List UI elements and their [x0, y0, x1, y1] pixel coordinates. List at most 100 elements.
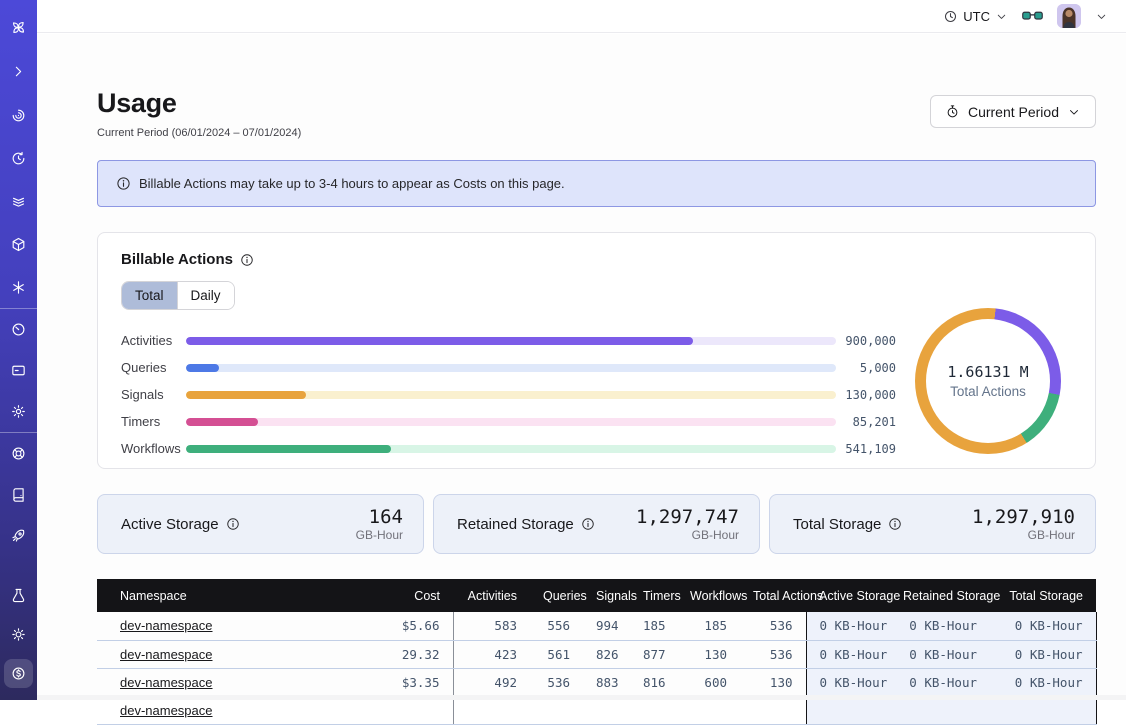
bar-value: 130,000 [836, 388, 896, 402]
topbar: UTC [37, 0, 1126, 33]
donut-center-label: Total Actions [950, 384, 1026, 399]
storage-card-unit: GB-Hour [636, 528, 739, 542]
cell-queries: 536 [530, 668, 583, 696]
info-icon[interactable] [226, 517, 240, 531]
cell-timers: 185 [630, 612, 677, 640]
user-menu-chevron-icon[interactable] [1095, 10, 1108, 23]
tab-total[interactable]: Total [122, 282, 177, 309]
sidebar [0, 0, 37, 700]
cell-signals: 994 [583, 612, 630, 640]
cell-activities: 583 [453, 612, 530, 640]
credits-dollar-icon[interactable] [4, 659, 33, 688]
glasses-icon[interactable] [1022, 9, 1043, 23]
info-icon [116, 176, 131, 191]
bar-fill [186, 337, 693, 345]
cell-timers: 816 [630, 668, 677, 696]
bar-label: Signals [121, 387, 186, 402]
table-row: dev-namespace$3.354925368838166001300 KB… [97, 668, 1096, 696]
col-namespace: Namespace [97, 579, 373, 612]
cell-retained-storage: 0 KB-Hour [890, 668, 990, 696]
cell-retained-storage: 0 KB-Hour [890, 612, 990, 640]
bar-row-activities: Activities 900,000 [121, 327, 896, 354]
support-lifering-icon[interactable] [4, 439, 33, 468]
bar-row-timers: Timers 85,201 [121, 408, 896, 435]
cell-total-storage: 0 KB-Hour [990, 668, 1096, 696]
namespace-link[interactable]: dev-namespace [120, 703, 213, 718]
bar-label: Queries [121, 360, 186, 375]
cell-queries: 556 [530, 612, 583, 640]
period-selector-button[interactable]: Current Period [930, 95, 1096, 128]
storage-card-unit: GB-Hour [972, 528, 1075, 542]
user-avatar[interactable] [1057, 4, 1081, 28]
temporal-logo-icon[interactable] [4, 13, 33, 42]
col-cost: Cost [373, 579, 453, 612]
cell-signals: 883 [583, 668, 630, 696]
storage-card-label: Active Storage [121, 516, 219, 533]
table-row: dev-namespace [97, 696, 1096, 724]
bottom-strip [37, 695, 1126, 700]
bar-fill [186, 364, 219, 372]
getting-started-rocket-icon[interactable] [4, 521, 33, 550]
col-retained-storage: Retained Storage [890, 579, 990, 612]
donut-ring: 1.66131 M Total Actions [915, 308, 1061, 454]
cell-namespace: dev-namespace [97, 640, 373, 668]
cell-timers [630, 696, 677, 724]
page-subtitle: Current Period (06/01/2024 – 07/01/2024) [97, 127, 301, 139]
namespace-link[interactable]: dev-namespace [120, 647, 213, 662]
cell-queries: 561 [530, 640, 583, 668]
billable-bar-chart: Activities 900,000 Queries 5,000 Signals… [121, 327, 896, 462]
storage-card-unit: GB-Hour [356, 528, 403, 542]
storage-card-value: 1,297,910 [972, 507, 1075, 527]
labs-flask-icon[interactable] [4, 581, 33, 610]
cell-total-actions [740, 696, 806, 724]
billing-card-icon[interactable] [4, 356, 33, 385]
deployments-icon[interactable] [4, 187, 33, 216]
actions-asterisk-icon[interactable] [4, 273, 33, 302]
cell-activities: 423 [453, 640, 530, 668]
table-row: dev-namespace29.324235618268771305360 KB… [97, 640, 1096, 668]
bar-fill [186, 391, 306, 399]
namespaces-icon[interactable] [4, 101, 33, 130]
retained-storage-card: Retained Storage 1,297,747 GB-Hour [433, 494, 760, 554]
bar-label: Timers [121, 414, 186, 429]
cell-cost [373, 696, 453, 724]
info-icon[interactable] [581, 517, 595, 531]
storage-card-label: Total Storage [793, 516, 881, 533]
settings-gear-icon[interactable] [4, 397, 33, 426]
bar-value: 541,109 [836, 442, 896, 456]
cell-namespace: dev-namespace [97, 668, 373, 696]
cell-signals [583, 696, 630, 724]
bar-track [186, 391, 836, 399]
info-icon[interactable] [240, 253, 254, 267]
usage-gauge-icon[interactable] [4, 315, 33, 344]
storage-summary-row: Active Storage 164 GB-Hour Retained Stor… [97, 494, 1096, 554]
bar-fill [186, 418, 258, 426]
namespace-link[interactable]: dev-namespace [120, 618, 213, 633]
bar-fill [186, 445, 391, 453]
info-icon[interactable] [888, 517, 902, 531]
collapse-chevron-icon[interactable] [4, 57, 33, 86]
cell-total-actions: 536 [740, 640, 806, 668]
page-title: Usage [97, 88, 301, 119]
cell-total-storage: 0 KB-Hour [990, 612, 1096, 640]
cell-cost: $5.66 [373, 612, 453, 640]
chevron-down-icon [1067, 105, 1081, 119]
cube-icon[interactable] [4, 230, 33, 259]
cell-cost: 29.32 [373, 640, 453, 668]
col-queries: Queries [530, 579, 583, 612]
timezone-selector[interactable]: UTC [943, 9, 1008, 24]
bar-row-signals: Signals 130,000 [121, 381, 896, 408]
billable-actions-title: Billable Actions [121, 251, 233, 268]
col-timers: Timers [630, 579, 677, 612]
chevron-down-icon [995, 10, 1008, 23]
cell-workflows: 600 [677, 668, 740, 696]
theme-sun-icon[interactable] [4, 620, 33, 649]
schedules-icon[interactable] [4, 144, 33, 173]
tab-daily[interactable]: Daily [177, 282, 234, 309]
col-active-storage: Active Storage [806, 579, 890, 612]
cell-total-storage [990, 696, 1096, 724]
docs-book-icon[interactable] [4, 480, 33, 509]
namespace-link[interactable]: dev-namespace [120, 675, 213, 690]
storage-card-value: 1,297,747 [636, 507, 739, 527]
storage-card-value: 164 [356, 507, 403, 527]
